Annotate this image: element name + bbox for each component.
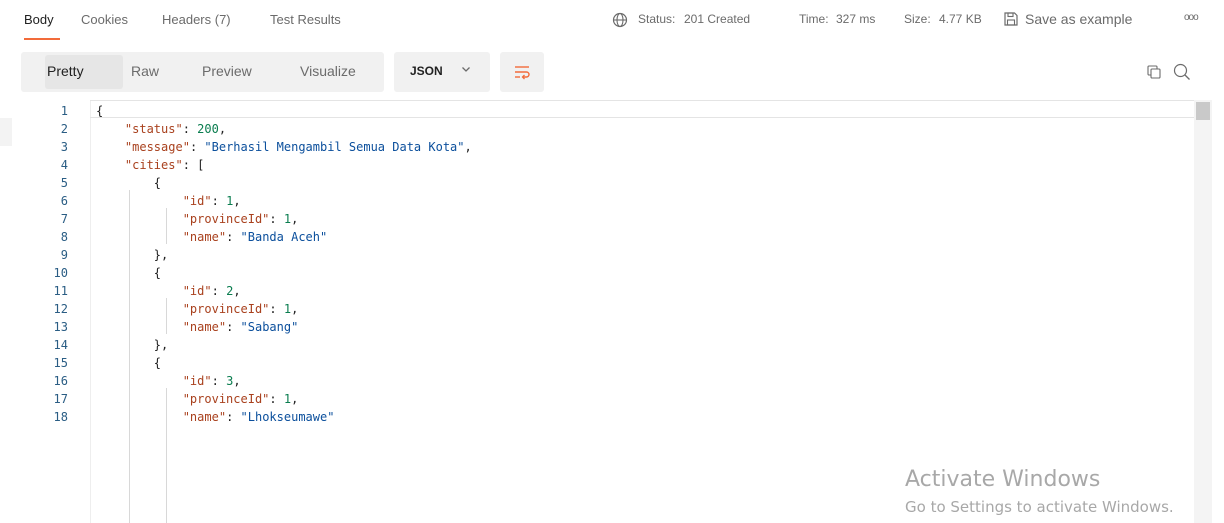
code-line: 10 { <box>0 264 1190 282</box>
save-icon[interactable] <box>1003 11 1019 30</box>
code-line: 6 "id": 1, <box>0 192 1190 210</box>
size-value[interactable]: 4.77 KB <box>939 12 982 26</box>
line-number: 14 <box>53 338 68 352</box>
code-line: 11 "id": 2, <box>0 282 1190 300</box>
time-value[interactable]: 327 ms <box>836 12 875 26</box>
status-label: Status: <box>638 12 676 26</box>
line-number: 17 <box>53 392 68 406</box>
response-body-editor[interactable]: 1{2 "status": 200, 3 "message": "Berhasil… <box>0 100 1224 523</box>
tab-cookies[interactable]: Cookies <box>81 12 128 27</box>
line-number: 15 <box>53 356 68 370</box>
line-number: 7 <box>60 212 68 226</box>
code-text: "message": "Berhasil Mengambil Semua Dat… <box>124 140 472 154</box>
code-text: "provinceId": 1, <box>182 392 299 406</box>
line-number: 10 <box>53 266 68 280</box>
code-line: 13 "name": "Sabang" <box>0 318 1190 336</box>
code-text: }, <box>153 338 169 352</box>
code-text: "id": 1, <box>182 194 241 208</box>
activation-watermark-subtitle: Go to Settings to activate Windows. <box>905 498 1174 516</box>
code-line: 2 "status": 200, <box>0 120 1190 138</box>
code-text: "provinceId": 1, <box>182 302 299 316</box>
code-text: "id": 3, <box>182 374 241 388</box>
code-line: 14 }, <box>0 336 1190 354</box>
line-number: 9 <box>60 248 68 262</box>
save-as-example-button[interactable]: Save as example <box>1025 11 1132 27</box>
scrollbar-thumb[interactable] <box>1196 102 1210 120</box>
active-tab-indicator <box>24 38 60 40</box>
code-line: 7 "provinceId": 1, <box>0 210 1190 228</box>
tab-preview[interactable]: Preview <box>202 63 252 79</box>
code-line: 5 { <box>0 174 1190 192</box>
search-icon[interactable] <box>1173 63 1191 84</box>
code-line: 12 "provinceId": 1, <box>0 300 1190 318</box>
code-line: 15 { <box>0 354 1190 372</box>
line-number: 2 <box>60 122 68 136</box>
tab-visualize[interactable]: Visualize <box>300 63 356 79</box>
line-number: 4 <box>60 158 68 172</box>
activation-watermark-title: Activate Windows <box>905 467 1101 492</box>
wrap-lines-icon <box>514 64 530 83</box>
line-number: 18 <box>53 410 68 424</box>
tab-raw[interactable]: Raw <box>131 63 159 79</box>
line-number: 8 <box>60 230 68 244</box>
code-text: { <box>96 104 104 118</box>
line-number: 13 <box>53 320 68 334</box>
code-text: "name": "Lhokseumawe" <box>182 410 335 424</box>
globe-icon[interactable] <box>612 12 628 31</box>
code-text: "provinceId": 1, <box>182 212 299 226</box>
code-text: { <box>153 266 162 280</box>
more-options-button[interactable]: ooo <box>1184 12 1199 23</box>
size-label: Size: <box>904 12 931 26</box>
code-text: "name": "Banda Aceh" <box>182 230 328 244</box>
status-value[interactable]: 201 Created <box>684 12 750 26</box>
view-mode-tabs: Pretty Raw Preview Visualize <box>21 52 384 92</box>
code-text: { <box>153 356 162 370</box>
code-line: 9 }, <box>0 246 1190 264</box>
code-line: 16 "id": 3, <box>0 372 1190 390</box>
code-text: "id": 2, <box>182 284 241 298</box>
code-text: { <box>153 176 162 190</box>
copy-icon[interactable] <box>1146 64 1162 83</box>
vertical-scrollbar[interactable] <box>1194 100 1212 523</box>
tab-test-results[interactable]: Test Results <box>270 12 341 27</box>
response-tab-bar: Body Cookies Headers (7) Test Results St… <box>0 0 1224 42</box>
wrap-lines-button[interactable] <box>500 52 544 92</box>
code-text: "cities": [ <box>124 158 205 172</box>
line-number: 12 <box>53 302 68 316</box>
code-line: 4 "cities": [ <box>0 156 1190 174</box>
format-select[interactable]: JSON <box>394 52 490 92</box>
code-line: 1{ <box>0 102 1190 120</box>
code-text: "name": "Sabang" <box>182 320 299 334</box>
code-text: "status": 200, <box>124 122 227 136</box>
code-line: 17 "provinceId": 1, <box>0 390 1190 408</box>
format-select-value: JSON <box>410 64 443 78</box>
line-number: 6 <box>60 194 68 208</box>
chevron-down-icon <box>460 63 472 78</box>
tab-body[interactable]: Body <box>24 12 54 27</box>
line-number: 5 <box>60 176 68 190</box>
line-number: 16 <box>53 374 68 388</box>
code-line: 18 "name": "Lhokseumawe" <box>0 408 1190 426</box>
code-line: 8 "name": "Banda Aceh" <box>0 228 1190 246</box>
tab-pretty[interactable]: Pretty <box>47 63 84 79</box>
line-number: 3 <box>60 140 68 154</box>
line-number: 11 <box>53 284 68 298</box>
line-number: 1 <box>60 104 68 118</box>
time-label: Time: <box>799 12 829 26</box>
code-line: 3 "message": "Berhasil Mengambil Semua D… <box>0 138 1190 156</box>
code-text: }, <box>153 248 169 262</box>
tab-headers[interactable]: Headers (7) <box>162 12 231 27</box>
